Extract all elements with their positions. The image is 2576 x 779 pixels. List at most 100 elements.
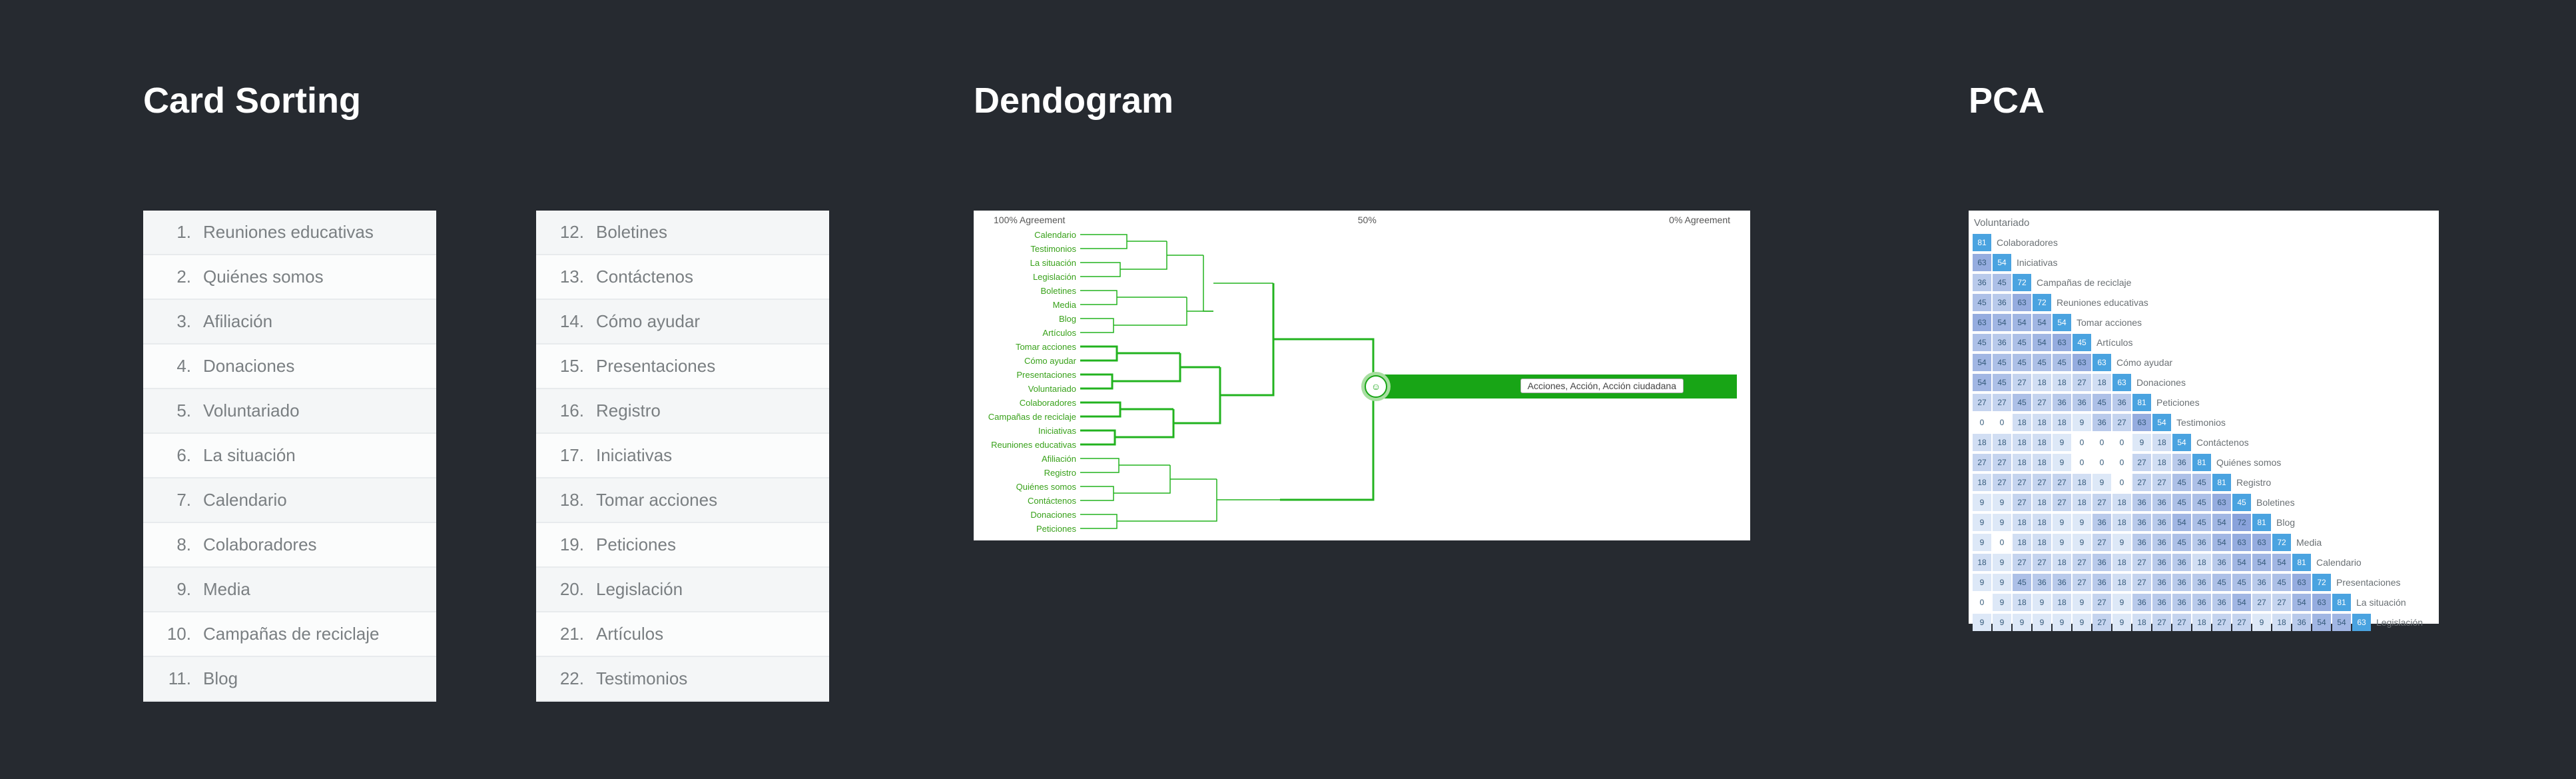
pca-cell[interactable]: 18: [2192, 614, 2211, 631]
pca-cell[interactable]: 27: [2013, 474, 2031, 491]
pca-cell[interactable]: 54: [2172, 514, 2191, 531]
pca-cell[interactable]: 36: [2053, 574, 2071, 591]
pca-cell[interactable]: 9: [1993, 614, 2011, 631]
pca-cell[interactable]: 18: [2013, 594, 2031, 611]
pca-cell[interactable]: 27: [1973, 394, 1991, 411]
pca-cell[interactable]: 0: [1973, 414, 1991, 431]
pca-cell[interactable]: 9: [2073, 414, 2091, 431]
pca-cell[interactable]: 9: [2053, 614, 2071, 631]
pca-cell[interactable]: 0: [2112, 474, 2131, 491]
pca-cell[interactable]: 27: [2093, 494, 2111, 511]
pca-cell[interactable]: 18: [2013, 434, 2031, 451]
pca-cell[interactable]: 81: [1973, 234, 1991, 251]
pca-cell[interactable]: 45: [2013, 394, 2031, 411]
pca-cell[interactable]: 72: [2232, 514, 2251, 531]
pca-cell[interactable]: 27: [2252, 594, 2271, 611]
pca-cell[interactable]: 9: [1993, 574, 2011, 591]
pca-cell[interactable]: 9: [1993, 594, 2011, 611]
pca-cell[interactable]: 18: [2073, 474, 2091, 491]
pca-cell[interactable]: 54: [2252, 554, 2271, 571]
pca-cell[interactable]: 18: [2093, 374, 2111, 391]
pca-cell[interactable]: 45: [2192, 514, 2211, 531]
pca-cell[interactable]: 36: [2132, 514, 2151, 531]
pca-cell[interactable]: 27: [2033, 554, 2051, 571]
pca-cell[interactable]: 45: [2272, 574, 2291, 591]
pca-cell[interactable]: 18: [2033, 414, 2051, 431]
card-item[interactable]: 17.Iniciativas: [536, 434, 829, 478]
pca-cell[interactable]: 9: [1973, 514, 1991, 531]
card-item[interactable]: 6.La situación: [143, 434, 436, 478]
card-item[interactable]: 2.Quiénes somos: [143, 255, 436, 300]
pca-cell[interactable]: 36: [2212, 594, 2231, 611]
pca-cell[interactable]: 36: [2132, 494, 2151, 511]
pca-cell[interactable]: 27: [2132, 574, 2151, 591]
pca-cell[interactable]: 36: [2172, 554, 2191, 571]
pca-cell[interactable]: 9: [2053, 534, 2071, 551]
pca-cell[interactable]: 45: [2172, 474, 2191, 491]
pca-cell[interactable]: 9: [1973, 614, 1991, 631]
pca-cell[interactable]: 9: [2053, 514, 2071, 531]
pca-cell[interactable]: 27: [2053, 494, 2071, 511]
pca-cell[interactable]: 54: [2312, 614, 2331, 631]
pca-cell[interactable]: 0: [1993, 534, 2011, 551]
pca-cell[interactable]: 36: [2212, 554, 2231, 571]
pca-cell[interactable]: 45: [2073, 334, 2091, 351]
pca-cell[interactable]: 63: [2013, 294, 2031, 311]
pca-cell[interactable]: 9: [2073, 514, 2091, 531]
pca-cell[interactable]: 81: [2332, 594, 2351, 611]
pca-cell[interactable]: 36: [1993, 294, 2011, 311]
pca-cell[interactable]: 54: [2033, 314, 2051, 331]
pca-cell[interactable]: 27: [2053, 474, 2071, 491]
pca-cell[interactable]: 63: [1973, 314, 1991, 331]
pca-cell[interactable]: 45: [2172, 534, 2191, 551]
pca-cell[interactable]: 45: [1993, 274, 2011, 291]
pca-cell[interactable]: 9: [2033, 614, 2051, 631]
pca-cell[interactable]: 63: [2093, 354, 2111, 371]
pca-cell[interactable]: 18: [1973, 554, 1991, 571]
pca-cell[interactable]: 54: [2332, 614, 2351, 631]
pca-cell[interactable]: 9: [1993, 554, 2011, 571]
pca-cell[interactable]: 27: [2093, 534, 2111, 551]
pca-cell[interactable]: 27: [2013, 374, 2031, 391]
pca-cell[interactable]: 0: [1993, 414, 2011, 431]
pca-cell[interactable]: 27: [2132, 554, 2151, 571]
pca-cell[interactable]: 72: [2272, 534, 2291, 551]
pca-cell[interactable]: 27: [1993, 474, 2011, 491]
pca-cell[interactable]: 36: [2093, 414, 2111, 431]
pca-cell[interactable]: 18: [2073, 494, 2091, 511]
pca-cell[interactable]: 63: [2312, 594, 2331, 611]
pca-cell[interactable]: 45: [1993, 374, 2011, 391]
card-item[interactable]: 7.Calendario: [143, 478, 436, 523]
card-item[interactable]: 8.Colaboradores: [143, 523, 436, 568]
card-item[interactable]: 20.Legislación: [536, 568, 829, 612]
pca-cell[interactable]: 54: [1973, 374, 1991, 391]
pca-cell[interactable]: 18: [2112, 574, 2131, 591]
card-item[interactable]: 5.Voluntariado: [143, 389, 436, 434]
card-item[interactable]: 15.Presentaciones: [536, 345, 829, 389]
pca-cell[interactable]: 0: [2112, 454, 2131, 471]
pca-cell[interactable]: 36: [2132, 594, 2151, 611]
pca-cell[interactable]: 36: [2252, 574, 2271, 591]
pca-cell[interactable]: 9: [2033, 594, 2051, 611]
pca-cell[interactable]: 0: [2093, 454, 2111, 471]
pca-cell[interactable]: 9: [2132, 434, 2151, 451]
pca-cell[interactable]: 27: [2172, 614, 2191, 631]
pca-cell[interactable]: 36: [1973, 274, 1991, 291]
pca-cell[interactable]: 27: [2073, 554, 2091, 571]
pca-cell[interactable]: 45: [2192, 494, 2211, 511]
pca-cell[interactable]: 27: [2112, 414, 2131, 431]
card-item[interactable]: 3.Afiliación: [143, 300, 436, 345]
pca-cell[interactable]: 18: [2053, 414, 2071, 431]
card-item[interactable]: 22.Testimonios: [536, 657, 829, 702]
pca-cell[interactable]: 9: [2073, 534, 2091, 551]
pca-cell[interactable]: 81: [2192, 454, 2211, 471]
pca-cell[interactable]: 63: [2232, 534, 2251, 551]
pca-cell[interactable]: 54: [2013, 314, 2031, 331]
pca-cell[interactable]: 54: [2292, 594, 2311, 611]
pca-cell[interactable]: 45: [2232, 494, 2251, 511]
pca-cell[interactable]: 0: [2112, 434, 2131, 451]
pca-cell[interactable]: 72: [2013, 274, 2031, 291]
pca-cell[interactable]: 18: [2033, 494, 2051, 511]
pca-cell[interactable]: 18: [2033, 374, 2051, 391]
pca-cell[interactable]: 27: [2152, 614, 2171, 631]
